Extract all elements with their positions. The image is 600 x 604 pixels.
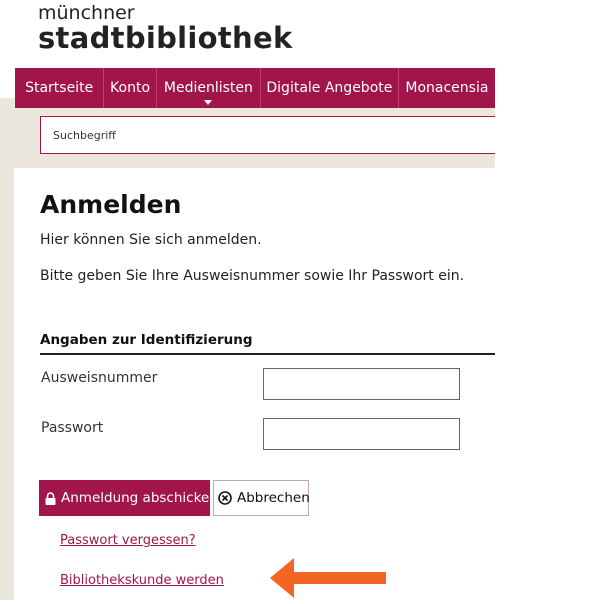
become-customer-link[interactable]: Bibliothekskunde werden (60, 573, 224, 588)
password-label: Passwort (41, 420, 104, 436)
nav-item-konto[interactable]: Konto (104, 68, 157, 108)
submit-login-button[interactable]: Anmeldung abschicken (39, 480, 218, 516)
card-number-label: Ausweisnummer (41, 370, 158, 386)
nav-item-medienlisten[interactable]: Medienlisten (157, 68, 261, 108)
card-number-field[interactable] (263, 368, 460, 400)
submit-login-label: Anmeldung abschicken (61, 490, 218, 506)
nav-item-label: Konto (110, 80, 151, 96)
forgot-password-link[interactable]: Passwort vergessen? (60, 533, 196, 548)
lock-icon (45, 491, 56, 505)
instruction-text: Bitte geben Sie Ihre Ausweisnummer sowie… (40, 268, 465, 284)
cancel-button[interactable]: Abbrechen (213, 480, 310, 516)
arrow-left-icon (270, 556, 388, 604)
cancel-circle-icon (218, 491, 232, 505)
nav-item-label: Monacensia (405, 80, 489, 96)
logo-line-2: stadtbibliothek (38, 21, 293, 55)
section-title-identification: Angaben zur Identifizierung (40, 332, 495, 355)
cancel-label: Abbrechen (237, 490, 310, 506)
search-box (40, 116, 495, 154)
intro-text: Hier können Sie sich anmelden. (40, 232, 262, 248)
nav-item-label: Startseite (25, 80, 94, 96)
nav-item-monacensia[interactable]: Monacensia (399, 68, 495, 108)
password-field[interactable] (263, 418, 460, 450)
library-logo[interactable]: münchner stadtbibliothek (38, 4, 293, 53)
page-title: Anmelden (40, 190, 182, 219)
left-background-strip (0, 168, 14, 600)
nav-item-label: Digitale Angebote (266, 80, 393, 96)
search-input[interactable] (53, 128, 495, 142)
nav-item-digitale-angebote[interactable]: Digitale Angebote (261, 68, 399, 108)
nav-item-startseite[interactable]: Startseite (15, 68, 105, 108)
chevron-down-icon (204, 100, 213, 105)
nav-item-label: Medienlisten (163, 80, 253, 96)
main-navigation: Startseite Konto Medienlisten Digitale A… (15, 68, 495, 108)
